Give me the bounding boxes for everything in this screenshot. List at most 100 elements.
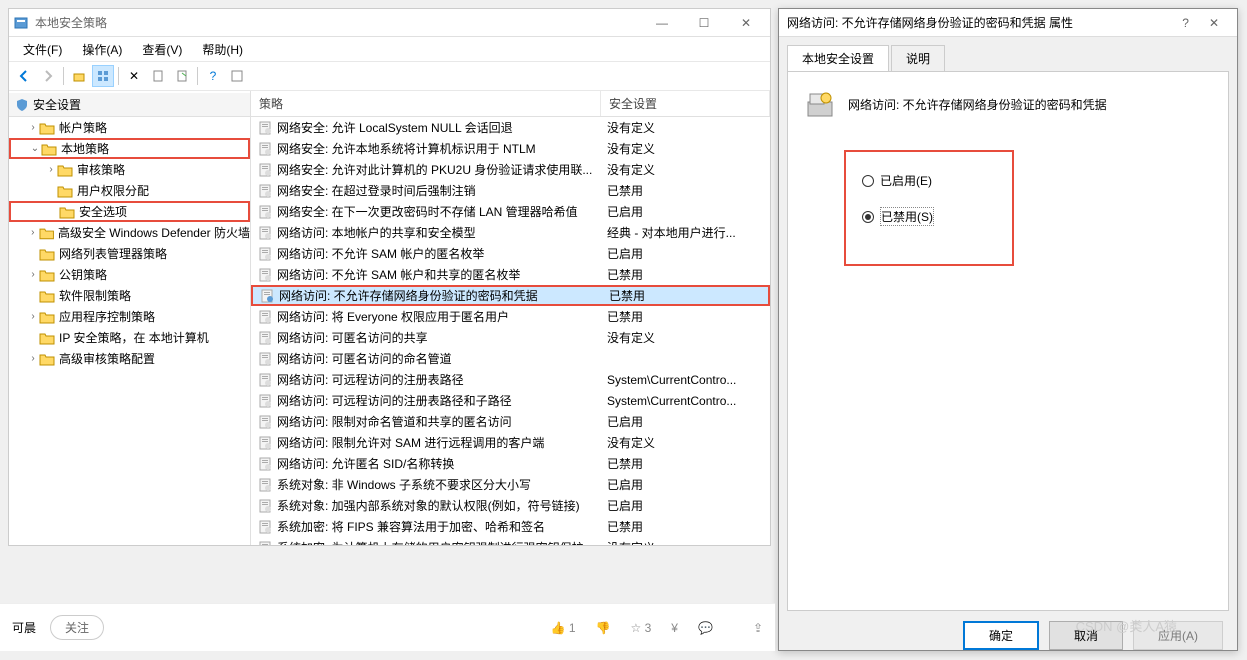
policy-setting: 已启用 xyxy=(601,413,770,430)
list-row[interactable]: 网络访问: 不允许 SAM 帐户和共享的匿名枚举 已禁用 xyxy=(251,264,770,285)
tree-item[interactable]: ⌄ 本地策略 xyxy=(9,138,250,159)
list-row[interactable]: 网络访问: 可远程访问的注册表路径 System\CurrentContro..… xyxy=(251,369,770,390)
policy-name: 网络访问: 允许匿名 SID/名称转换 xyxy=(277,455,454,472)
folder-icon xyxy=(39,310,55,324)
folder-icon xyxy=(39,352,55,366)
tree-root[interactable]: 安全设置 xyxy=(9,93,250,117)
radio-icon xyxy=(862,211,874,223)
up-button[interactable] xyxy=(68,65,90,87)
comment-button[interactable]: 💬 xyxy=(698,621,713,635)
policy-name: 网络访问: 不允许存储网络身份验证的密码和凭据 xyxy=(279,287,538,304)
list-row[interactable]: 网络访问: 可匿名访问的共享 没有定义 xyxy=(251,327,770,348)
list-row[interactable]: 网络访问: 将 Everyone 权限应用于匿名用户 已禁用 xyxy=(251,306,770,327)
help-icon[interactable]: ? xyxy=(202,65,224,87)
tab-content: 网络访问: 不允许存储网络身份验证的密码和凭据 已启用(E) 已禁用(S) xyxy=(787,71,1229,611)
menu-action[interactable]: 操作(A) xyxy=(74,39,130,60)
tree-item-label: 网络列表管理器策略 xyxy=(59,245,167,262)
tree-item[interactable]: › 审核策略 xyxy=(9,159,250,180)
refresh-button[interactable] xyxy=(226,65,248,87)
folder-icon xyxy=(57,184,73,198)
list-row[interactable]: 系统加密: 为计算机上存储的用户密钥强制进行强密钥保护 没有定义 xyxy=(251,537,770,545)
close-button[interactable]: ✕ xyxy=(726,11,766,35)
like-button[interactable]: 👍 1 xyxy=(551,621,576,635)
list-row[interactable]: 网络访问: 不允许 SAM 帐户的匿名枚举 已启用 xyxy=(251,243,770,264)
column-policy[interactable]: 策略 xyxy=(251,91,601,116)
tree-item[interactable]: 网络列表管理器策略 xyxy=(9,243,250,264)
list-row[interactable]: 网络安全: 允许本地系统将计算机标识用于 NTLM 没有定义 xyxy=(251,138,770,159)
list-row[interactable]: 网络安全: 在下一次更改密码时不存储 LAN 管理器哈希值 已启用 xyxy=(251,201,770,222)
column-setting[interactable]: 安全设置 xyxy=(601,91,770,116)
tree-item[interactable]: › 高级安全 Windows Defender 防火墙 xyxy=(9,222,250,243)
list-row[interactable]: 系统对象: 非 Windows 子系统不要求区分大小写 已启用 xyxy=(251,474,770,495)
policy-icon xyxy=(257,267,273,283)
policy-setting: System\CurrentContro... xyxy=(601,394,770,408)
tree-item-label: 用户权限分配 xyxy=(77,182,149,199)
back-button[interactable] xyxy=(13,65,35,87)
star-button[interactable]: ☆ 3 xyxy=(631,621,652,635)
chevron-icon: › xyxy=(27,227,39,238)
list-row[interactable]: 系统对象: 加强内部系统对象的默认权限(例如，符号链接) 已启用 xyxy=(251,495,770,516)
forward-button[interactable] xyxy=(37,65,59,87)
radio-enabled[interactable]: 已启用(E) xyxy=(862,172,996,189)
watermark: CSDN @类人A猿 xyxy=(1076,616,1177,635)
share-button[interactable]: ⇪ xyxy=(753,621,763,635)
tab-explain[interactable]: 说明 xyxy=(891,45,945,71)
list-row[interactable]: 网络安全: 允许 LocalSystem NULL 会话回退 没有定义 xyxy=(251,117,770,138)
list-row[interactable]: 网络访问: 允许匿名 SID/名称转换 已禁用 xyxy=(251,453,770,474)
properties-button[interactable] xyxy=(147,65,169,87)
export-button[interactable] xyxy=(171,65,193,87)
dislike-button[interactable]: 👎 xyxy=(596,621,611,635)
policy-icon xyxy=(257,330,273,346)
menu-view[interactable]: 查看(V) xyxy=(134,39,190,60)
tree-item[interactable]: › 帐户策略 xyxy=(9,117,250,138)
reward-button[interactable]: ¥ xyxy=(671,621,678,635)
tree-item[interactable]: › 应用程序控制策略 xyxy=(9,306,250,327)
tree-item[interactable]: 用户权限分配 xyxy=(9,180,250,201)
policy-icon xyxy=(257,309,273,325)
list-row[interactable]: 网络安全: 允许对此计算机的 PKU2U 身份验证请求使用联... 没有定义 xyxy=(251,159,770,180)
list-row[interactable]: 网络访问: 可远程访问的注册表路径和子路径 System\CurrentCont… xyxy=(251,390,770,411)
list-row[interactable]: 网络访问: 限制对命名管道和共享的匿名访问 已启用 xyxy=(251,411,770,432)
list-header: 策略 安全设置 xyxy=(251,91,770,117)
tree-item[interactable]: › 高级审核策略配置 xyxy=(9,348,250,369)
menu-file[interactable]: 文件(F) xyxy=(15,39,70,60)
list-panel: 策略 安全设置 网络安全: 允许 LocalSystem NULL 会话回退 没… xyxy=(251,91,770,545)
list-row[interactable]: 网络访问: 本地帐户的共享和安全模型 经典 - 对本地用户进行... xyxy=(251,222,770,243)
tree-item[interactable]: 软件限制策略 xyxy=(9,285,250,306)
policy-name: 网络访问: 限制允许对 SAM 进行远程调用的客户端 xyxy=(277,434,544,451)
tree-item[interactable]: IP 安全策略，在 本地计算机 xyxy=(9,327,250,348)
tree-item[interactable]: 安全选项 xyxy=(9,201,250,222)
tree-item-label: 审核策略 xyxy=(77,161,125,178)
policy-setting: 没有定义 xyxy=(601,434,770,451)
delete-button[interactable]: ✕ xyxy=(123,65,145,87)
list-row[interactable]: 网络访问: 不允许存储网络身份验证的密码和凭据 已禁用 xyxy=(251,285,770,306)
titlebar: 本地安全策略 — ☐ ✕ xyxy=(9,9,770,37)
list-row[interactable]: 网络访问: 限制允许对 SAM 进行远程调用的客户端 没有定义 xyxy=(251,432,770,453)
tree-item-label: IP 安全策略，在 本地计算机 xyxy=(59,329,209,346)
maximize-button[interactable]: ☐ xyxy=(684,11,724,35)
follow-button[interactable]: 关注 xyxy=(50,615,104,640)
policy-setting: 已禁用 xyxy=(601,518,770,535)
radio-disabled[interactable]: 已禁用(S) xyxy=(862,207,996,226)
list-row[interactable]: 网络访问: 可匿名访问的命名管道 xyxy=(251,348,770,369)
policy-setting: 已启用 xyxy=(601,245,770,262)
ok-button[interactable]: 确定 xyxy=(963,621,1039,650)
menu-help[interactable]: 帮助(H) xyxy=(194,39,251,60)
folder-icon xyxy=(57,163,73,177)
list-row[interactable]: 网络安全: 在超过登录时间后强制注销 已禁用 xyxy=(251,180,770,201)
folder-icon xyxy=(39,121,55,135)
policy-name: 网络访问: 可匿名访问的命名管道 xyxy=(277,350,452,367)
policy-name: 网络访问: 可匿名访问的共享 xyxy=(277,329,428,346)
tree-item[interactable]: › 公钥策略 xyxy=(9,264,250,285)
dialog-help-button[interactable]: ? xyxy=(1172,16,1199,30)
list-row[interactable]: 系统加密: 将 FIPS 兼容算法用于加密、哈希和签名 已禁用 xyxy=(251,516,770,537)
minimize-button[interactable]: — xyxy=(642,11,682,35)
tab-local-security[interactable]: 本地安全设置 xyxy=(787,45,889,71)
chevron-icon: › xyxy=(27,353,39,364)
dialog-title: 网络访问: 不允许存储网络身份验证的密码和凭据 属性 xyxy=(787,14,1172,31)
view-list-button[interactable] xyxy=(92,65,114,87)
policy-setting: 没有定义 xyxy=(601,140,770,157)
window-title: 本地安全策略 xyxy=(35,14,642,31)
dialog-close-button[interactable]: ✕ xyxy=(1199,16,1229,30)
tree-panel: 安全设置 › 帐户策略⌄ 本地策略› 审核策略 用户权限分配 安全选项› 高级安… xyxy=(9,91,251,545)
